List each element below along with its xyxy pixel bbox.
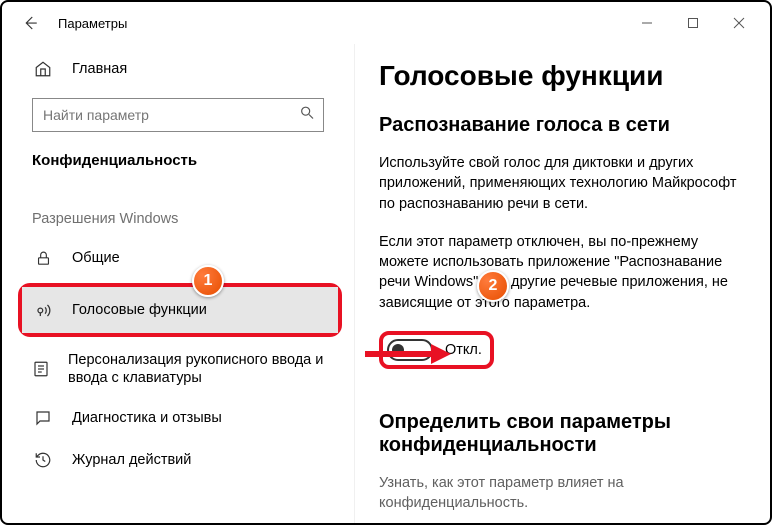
- section-label: Разрешения Windows: [2, 179, 354, 237]
- arrow-icon: [363, 342, 451, 371]
- settings-window: Параметры Главная Конфиденциальность Раз…: [0, 0, 772, 525]
- titlebar: Параметры: [2, 2, 770, 44]
- sidebar-item-inking[interactable]: Персонализация рукописного ввода и ввода…: [2, 341, 354, 397]
- badge-2: 2: [477, 270, 509, 302]
- sidebar-item-general[interactable]: Общие: [2, 237, 354, 279]
- highlight-speech: Голосовые функции: [18, 283, 342, 337]
- sidebar-item-label: Диагностика и отзывы: [72, 410, 222, 426]
- home-link[interactable]: Главная: [2, 48, 354, 90]
- search-icon: [299, 105, 315, 126]
- sidebar-item-speech[interactable]: Голосовые функции: [22, 287, 338, 333]
- sidebar-item-label: Общие: [72, 250, 120, 266]
- back-button[interactable]: [16, 9, 44, 37]
- maximize-button[interactable]: [670, 7, 716, 39]
- search-input[interactable]: [33, 99, 323, 131]
- sidebar-item-diagnostics[interactable]: Диагностика и отзывы: [2, 397, 354, 439]
- speech-icon: [32, 299, 54, 321]
- search-field[interactable]: [32, 98, 324, 132]
- home-label: Главная: [72, 61, 127, 77]
- inking-icon: [32, 358, 50, 380]
- section-title-2: Определить свои параметры конфиденциальн…: [379, 411, 742, 457]
- minimize-button[interactable]: [624, 7, 670, 39]
- window-controls: [624, 7, 762, 39]
- description-1: Используйте свой голос для диктовки и др…: [379, 153, 742, 214]
- lock-icon: [32, 247, 54, 269]
- badge-1: 1: [192, 265, 224, 297]
- feedback-icon: [32, 407, 54, 429]
- sidebar-item-label: Персонализация рукописного ввода и ввода…: [68, 351, 354, 387]
- page-title: Голосовые функции: [379, 60, 742, 92]
- description-2: Если этот параметр отключен, вы по-прежн…: [379, 232, 742, 313]
- sidebar-item-activity[interactable]: Журнал действий: [2, 439, 354, 481]
- close-button[interactable]: [716, 7, 762, 39]
- sidebar: Главная Конфиденциальность Разрешения Wi…: [2, 44, 355, 523]
- sidebar-item-label: Журнал действий: [72, 452, 191, 468]
- content-panel: Голосовые функции Распознавание голоса в…: [355, 44, 770, 523]
- section-title: Распознавание голоса в сети: [379, 114, 742, 137]
- sidebar-item-label: Голосовые функции: [72, 302, 207, 318]
- sub-description: Узнать, как этот параметр влияет на конф…: [379, 473, 742, 514]
- group-title: Конфиденциальность: [2, 140, 354, 179]
- history-icon: [32, 449, 54, 471]
- home-icon: [32, 58, 54, 80]
- window-title: Параметры: [58, 16, 127, 31]
- back-arrow-icon: [21, 14, 39, 32]
